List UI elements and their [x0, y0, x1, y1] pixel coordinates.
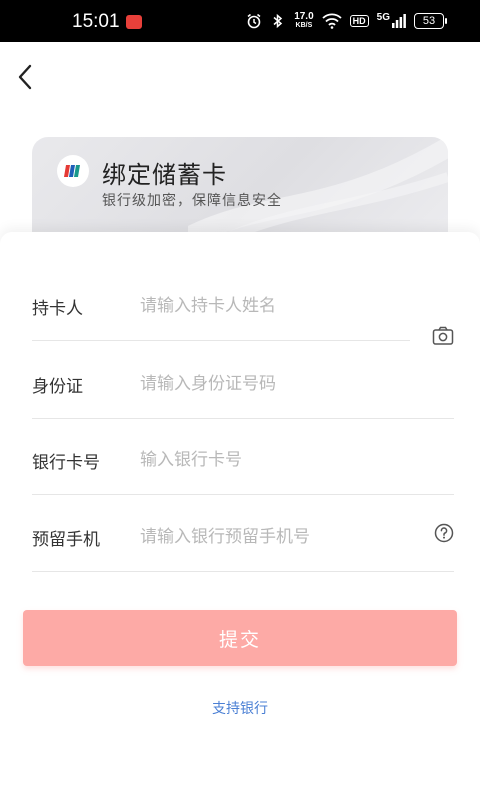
network-speed-unit: KB/S	[295, 22, 313, 29]
question-circle-icon	[434, 523, 454, 543]
chevron-left-icon	[18, 64, 32, 90]
hd-badge: HD	[349, 15, 369, 27]
supported-banks-link[interactable]: 支持银行	[0, 698, 480, 718]
status-time: 15:01	[72, 11, 120, 32]
bind-card-header: 绑定储蓄卡 银行级加密，保障信息安全	[32, 137, 448, 237]
app-notification-icon	[126, 15, 142, 29]
cardholder-input[interactable]	[140, 292, 400, 320]
cardholder-label: 持卡人	[32, 299, 83, 319]
field-divider	[32, 494, 454, 495]
status-icons: 17.0 KB/S HD 5G 53	[246, 11, 447, 31]
status-bar: 15:01 17.0 KB/S HD 5G 53	[0, 0, 480, 42]
page-title: 绑定储蓄卡	[102, 161, 227, 189]
wifi-icon	[322, 11, 342, 31]
unionpay-logo	[57, 155, 89, 187]
cell-signal-icon: 5G	[377, 11, 406, 31]
submit-button[interactable]: 提交	[23, 610, 457, 666]
battery-indicator: 53	[414, 13, 447, 29]
bank-card-field: 银行卡号	[32, 446, 454, 525]
phone-field: 预留手机	[32, 523, 454, 602]
card-wave-decoration	[188, 138, 448, 237]
field-divider	[32, 571, 454, 572]
phone-help-button[interactable]	[434, 523, 454, 543]
bluetooth-icon	[270, 11, 286, 31]
page-subtitle: 银行级加密，保障信息安全	[102, 193, 282, 209]
camera-icon	[432, 326, 454, 345]
bank-card-label: 银行卡号	[32, 453, 100, 473]
signal-type-label: 5G	[376, 11, 390, 23]
id-number-input[interactable]	[140, 370, 400, 398]
network-speed-value: 17.0	[294, 11, 314, 22]
phone-label: 预留手机	[32, 530, 100, 550]
alarm-icon	[246, 11, 262, 31]
camera-scan-button[interactable]	[432, 325, 454, 347]
phone-input[interactable]	[140, 523, 400, 551]
back-button[interactable]	[14, 62, 38, 92]
network-speed: 17.0 KB/S	[294, 12, 313, 30]
id-number-label: 身份证	[32, 377, 83, 397]
id-number-field: 身份证	[32, 370, 454, 449]
cardholder-field: 持卡人	[32, 292, 454, 371]
field-divider	[32, 340, 410, 341]
bank-card-input[interactable]	[140, 446, 400, 474]
field-divider	[32, 418, 454, 419]
